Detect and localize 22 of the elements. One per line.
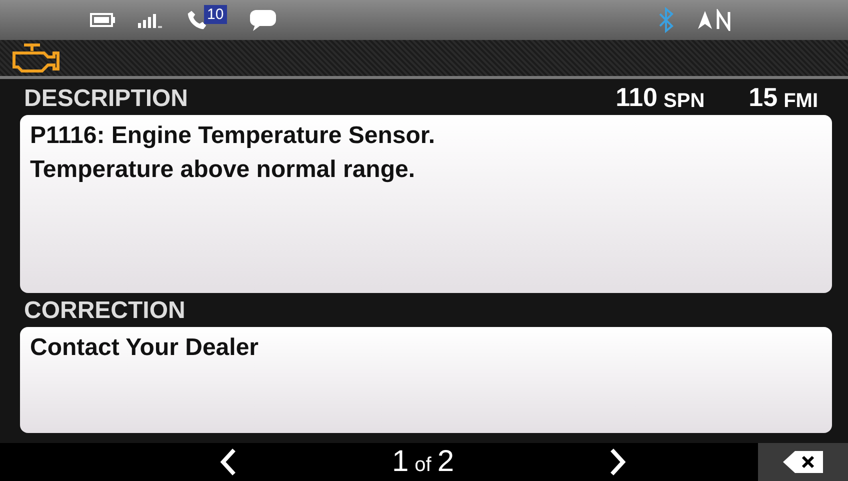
phone-icon [186, 8, 208, 32]
bluetooth-icon [658, 7, 674, 33]
fmi-value: 15 [748, 82, 778, 113]
correction-label: CORRECTION [24, 297, 186, 325]
message-icon [248, 8, 277, 32]
chevron-left-icon [219, 448, 237, 476]
fmi-unit: FMI [784, 90, 818, 113]
total-pages: 2 [437, 445, 454, 479]
battery-icon [90, 13, 116, 27]
correction-text: Contact Your Dealer [30, 333, 260, 363]
delete-button[interactable] [758, 443, 848, 481]
description-label: DESCRIPTION [24, 85, 188, 113]
signal-icon [138, 12, 164, 28]
spn-unit: SPN [664, 90, 705, 113]
missed-call-count: 10 [204, 4, 227, 24]
current-page: 1 [392, 445, 409, 479]
description-text: Temperature above normal range. [30, 155, 416, 185]
backspace-icon [781, 448, 825, 476]
page-of: of [414, 454, 432, 477]
description-text: P1116: Engine Temperature Sensor. [30, 121, 436, 151]
spn-value: 110 [616, 82, 658, 113]
chevron-right-icon [609, 448, 627, 476]
